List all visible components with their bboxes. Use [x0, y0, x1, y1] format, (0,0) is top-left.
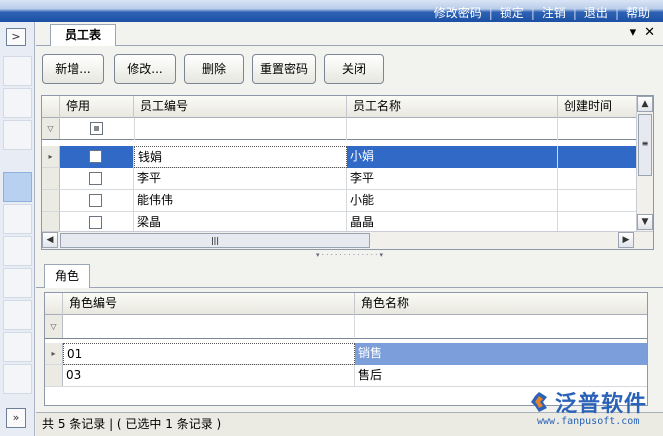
filter-cell[interactable]: [347, 118, 558, 140]
table-cell[interactable]: 小能: [347, 190, 558, 212]
table-row[interactable]: 能伟伟 小能: [42, 190, 637, 212]
delete-button[interactable]: 删除: [184, 54, 244, 84]
table-cell[interactable]: [60, 146, 134, 168]
table-cell[interactable]: 李平: [134, 168, 347, 190]
row-indicator-header: [42, 96, 60, 118]
dropdown-arrow-icon[interactable]: ▾: [630, 25, 637, 40]
table-cell[interactable]: [558, 190, 637, 212]
table-cell[interactable]: 钱娟: [134, 146, 347, 168]
row-indicator: [42, 190, 60, 211]
sidebar-slot[interactable]: [3, 88, 32, 118]
left-sidebar: > »: [0, 22, 35, 436]
change-password-link[interactable]: 修改密码: [427, 4, 489, 21]
document-tab-bar: 员工表 ▾ ✕: [36, 22, 663, 46]
scrollbar-thumb[interactable]: ≡: [638, 114, 652, 176]
table-cell[interactable]: 李平: [347, 168, 558, 190]
scroll-up-icon[interactable]: ▲: [637, 96, 653, 112]
sidebar-slot[interactable]: [3, 268, 32, 298]
lock-link[interactable]: 锁定: [493, 4, 531, 21]
table-row[interactable]: 梁晶 晶晶: [42, 212, 637, 234]
filter-cell[interactable]: [355, 315, 647, 337]
tab-employee-table[interactable]: 员工表: [50, 24, 117, 46]
sidebar-slot[interactable]: [3, 300, 32, 330]
sidebar-slot[interactable]: [3, 120, 32, 150]
sidebar-slot[interactable]: [3, 236, 32, 266]
table-cell[interactable]: 销售: [355, 343, 647, 365]
tab-controls: ▾ ✕: [630, 25, 655, 40]
column-header-employee-code[interactable]: 员工编号: [134, 96, 347, 118]
record-count-text: 共 5 条记录 | ( 已选中 1 条记录 ): [42, 417, 222, 431]
detail-tab-bar: 角色: [36, 262, 663, 288]
reset-password-button[interactable]: 重置密码: [252, 54, 316, 84]
filter-cell[interactable]: [63, 315, 355, 337]
row-indicator-header: [45, 293, 63, 315]
table-cell[interactable]: 能伟伟: [134, 190, 347, 212]
row-indicator: [42, 212, 60, 231]
sidebar-slot[interactable]: [3, 332, 32, 362]
edit-button[interactable]: 修改...: [114, 54, 176, 84]
splitter-handle[interactable]: ▾ · · · · · · · · · · · · · ▾: [36, 251, 663, 259]
current-row-icon: ▸: [45, 343, 63, 364]
add-button[interactable]: 新增...: [42, 54, 104, 84]
sidebar-slot-active[interactable]: [3, 172, 32, 202]
filter-icon: ▽: [45, 315, 63, 338]
table-cell[interactable]: [60, 190, 134, 212]
table-cell[interactable]: [558, 146, 637, 168]
column-header-role-name[interactable]: 角色名称: [355, 293, 647, 315]
brand-name: 泛普软件: [555, 392, 648, 417]
chevron-double-down-icon[interactable]: »: [6, 408, 26, 428]
filter-row[interactable]: ▽: [42, 118, 637, 140]
scroll-left-icon[interactable]: ◀: [42, 232, 58, 248]
top-menu: 修改密码 | 锁定 | 注销 | 退出 | 帮助: [427, 4, 657, 21]
sidebar-slot[interactable]: [3, 56, 32, 86]
filter-row[interactable]: ▽: [45, 315, 647, 339]
scrollbar-thumb[interactable]: |||: [60, 233, 370, 248]
vertical-scrollbar[interactable]: ▲ ≡ ▼: [636, 96, 653, 232]
filter-icon: ▽: [42, 118, 60, 139]
table-row[interactable]: 李平 李平: [42, 168, 637, 190]
expand-sidebar-button[interactable]: >: [6, 28, 26, 46]
help-link[interactable]: 帮助: [619, 4, 657, 21]
column-header-disabled[interactable]: 停用: [60, 96, 134, 118]
top-menu-bar: 修改密码 | 锁定 | 注销 | 退出 | 帮助: [0, 0, 663, 22]
horizontal-scrollbar[interactable]: ◀ ||| ▶: [42, 231, 653, 249]
exit-link[interactable]: 退出: [577, 4, 615, 21]
close-icon[interactable]: ✕: [644, 25, 655, 40]
table-cell[interactable]: 03: [63, 365, 355, 387]
current-row-icon: ▸: [42, 146, 60, 167]
table-cell[interactable]: 售后: [355, 365, 647, 387]
brand-mark-icon: [531, 392, 547, 412]
table-row[interactable]: ▸ 01 销售: [45, 343, 647, 365]
table-cell[interactable]: [558, 168, 637, 190]
table-row[interactable]: ▸ 钱娟 小娟: [42, 146, 637, 168]
grid-header: 停用 员工编号 员工名称 创建时间: [42, 96, 638, 118]
toolbar: 新增... 修改... 删除 重置密码 关闭: [36, 50, 663, 88]
table-cell[interactable]: [60, 168, 134, 190]
row-indicator: [45, 365, 63, 386]
filter-checkbox[interactable]: [90, 122, 103, 135]
sidebar-slot[interactable]: [3, 364, 32, 394]
column-header-role-code[interactable]: 角色编号: [63, 293, 355, 315]
brand-logo: 泛普软件 www.fanpusoft.com: [527, 386, 657, 432]
row-indicator: [42, 168, 60, 189]
table-cell[interactable]: 01: [63, 343, 355, 365]
tab-role[interactable]: 角色: [44, 264, 91, 288]
table-cell[interactable]: 小娟: [347, 146, 558, 168]
sidebar-slot[interactable]: [3, 204, 32, 234]
grid-header: 角色编号 角色名称: [45, 293, 647, 315]
column-header-employee-name[interactable]: 员工名称: [347, 96, 558, 118]
employee-grid: 停用 员工编号 员工名称 创建时间 ▽ ▸ 钱娟 小娟 李平 李平 能伟伟 小能…: [41, 95, 654, 250]
logout-link[interactable]: 注销: [535, 4, 573, 21]
close-button[interactable]: 关闭: [324, 54, 384, 84]
scroll-down-icon[interactable]: ▼: [637, 214, 653, 230]
filter-cell[interactable]: [134, 118, 347, 140]
brand-url: www.fanpusoft.com: [537, 416, 640, 427]
table-row[interactable]: 03 售后: [45, 365, 647, 387]
column-header-created-time[interactable]: 创建时间: [558, 96, 638, 118]
scroll-right-icon[interactable]: ▶: [618, 232, 634, 248]
